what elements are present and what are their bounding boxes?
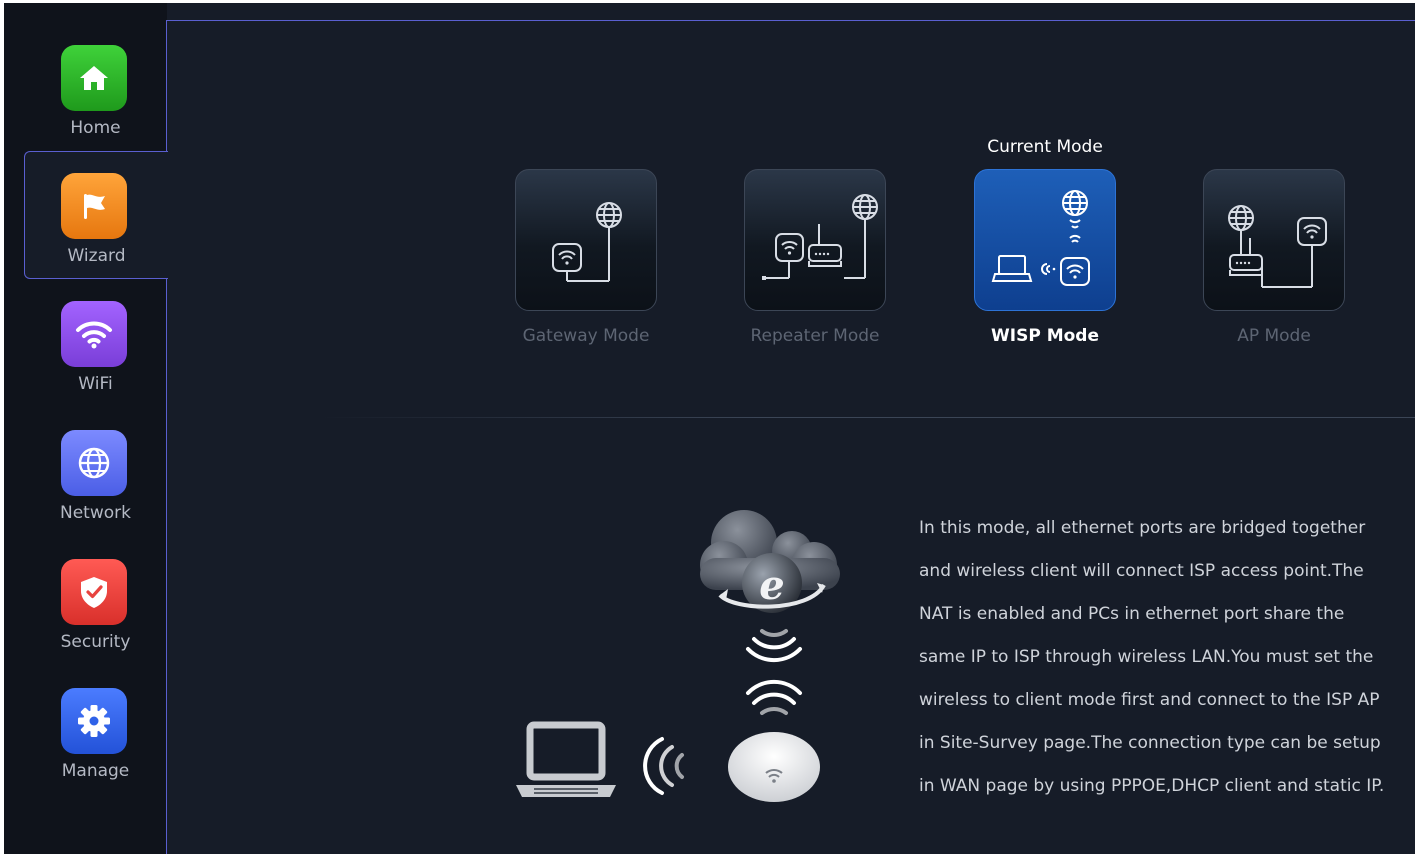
flag-icon: [61, 173, 127, 239]
section-divider: [320, 417, 1415, 418]
sidebar-item-label: Network: [60, 503, 131, 523]
home-icon: [61, 45, 127, 111]
gateway-mode-label: Gateway Mode: [522, 326, 650, 346]
sidebar-item-label: WiFi: [78, 374, 113, 394]
sidebar-item-label: Home: [70, 118, 121, 138]
wisp-mode-icon: [991, 190, 1090, 286]
gateway-mode-icon: [552, 202, 622, 282]
wisp-mode-label: WISP Mode: [991, 326, 1099, 346]
ap-mode-icon: [1228, 205, 1327, 288]
sidebar-item-home[interactable]: Home: [24, 23, 167, 151]
sidebar-item-network[interactable]: Network: [24, 408, 167, 536]
repeater-mode-label: Repeater Mode: [750, 326, 880, 346]
sidebar-item-manage[interactable]: Manage: [24, 666, 167, 794]
sidebar-item-label: Wizard: [67, 246, 126, 266]
downlink-signal-icon: [746, 629, 802, 715]
access-point-icon: [728, 732, 820, 802]
ap-mode-button[interactable]: [1203, 169, 1345, 311]
sidebar-item-label: Manage: [61, 761, 130, 781]
content-top-border: [166, 20, 1415, 21]
laptop-icon: [516, 721, 616, 797]
sidebar-item-wifi[interactable]: WiFi: [24, 279, 167, 407]
sidebar-item-wizard[interactable]: Wizard: [24, 151, 168, 279]
router-admin-window: Home Wizard WiFi Network Security Manage…: [4, 3, 1415, 854]
sidebar-item-security[interactable]: Security: [24, 537, 167, 665]
gateway-mode-button[interactable]: [515, 169, 657, 311]
ap-mode-label: AP Mode: [1237, 326, 1311, 346]
uplink-signal-icon: [643, 737, 684, 795]
repeater-mode-button[interactable]: [744, 169, 886, 311]
gear-icon: [61, 688, 127, 754]
wisp-mode-button[interactable]: [974, 169, 1116, 311]
shield-icon: [61, 559, 127, 625]
sidebar-item-label: Security: [60, 632, 131, 652]
mode-description: In this mode, all ethernet ports are bri…: [919, 518, 1385, 796]
repeater-mode-icon: [762, 194, 878, 280]
globe-icon: [61, 430, 127, 496]
current-mode-caption: Current Mode: [987, 137, 1103, 157]
wifi-icon: [61, 301, 127, 367]
wisp-topology-illustration: e: [516, 510, 840, 802]
svg-text:e: e: [759, 562, 784, 609]
